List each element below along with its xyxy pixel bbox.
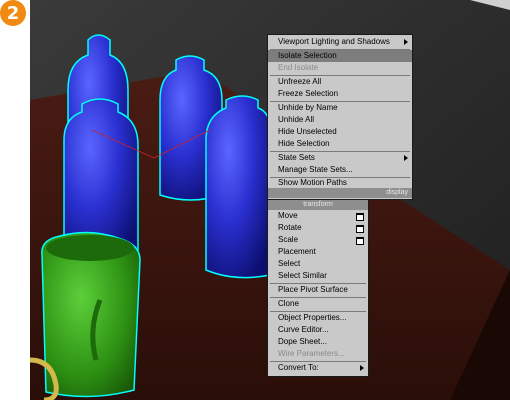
submenu-arrow-icon xyxy=(404,155,408,161)
quad-menu-transform: transform Move Rotate Scale Placement Se… xyxy=(267,199,369,377)
menu-item-place-pivot-surface[interactable]: Place Pivot Surface xyxy=(268,284,368,296)
menu-item-label: Freeze Selection xyxy=(278,89,339,98)
menu-item-object-properties[interactable]: Object Properties... xyxy=(268,312,368,324)
menu-item-label: Placement xyxy=(278,247,316,256)
menu-item-label: End Isolate xyxy=(278,63,319,72)
menu-item-label: Show Motion Paths xyxy=(278,178,347,187)
menu-item-label: Curve Editor... xyxy=(278,325,329,334)
submenu-arrow-icon xyxy=(360,365,364,371)
quad-menu-display: Viewport Lighting and Shadows Isolate Se… xyxy=(267,34,413,200)
menu-item-label: Convert To: xyxy=(278,363,319,372)
section-label-transform: transform xyxy=(268,200,368,210)
menu-item-label: Viewport Lighting and Shadows xyxy=(278,37,390,46)
step-number-badge: 2 xyxy=(0,0,26,26)
menu-item-label: Hide Selection xyxy=(278,139,330,148)
menu-item-label: State Sets xyxy=(278,153,315,162)
menu-item-label: Hide Unselected xyxy=(278,127,337,136)
menu-item-clone[interactable]: Clone xyxy=(268,298,368,310)
menu-item-select[interactable]: Select xyxy=(268,258,368,270)
bottle-right xyxy=(205,95,271,279)
menu-item-label: Select xyxy=(278,259,301,268)
options-box-icon[interactable] xyxy=(356,237,364,245)
green-mug xyxy=(41,231,141,398)
submenu-arrow-icon xyxy=(404,39,408,45)
menu-item-end-isolate: End Isolate xyxy=(268,62,412,74)
menu-item-label: Select Similar xyxy=(278,271,327,280)
menu-item-label: Rotate xyxy=(278,223,302,232)
section-label-display: display xyxy=(268,188,412,198)
menu-item-freeze-selection[interactable]: Freeze Selection xyxy=(268,88,412,100)
menu-item-convert-to[interactable]: Convert To: xyxy=(268,362,368,374)
menu-item-select-similar[interactable]: Select Similar xyxy=(268,270,368,282)
menu-item-state-sets[interactable]: State Sets xyxy=(268,152,412,164)
menu-item-hide-unselected[interactable]: Hide Unselected xyxy=(268,126,412,138)
menu-item-placement[interactable]: Placement xyxy=(268,246,368,258)
menu-item-label: Wire Parameters... xyxy=(278,349,345,358)
menu-item-viewport-lighting[interactable]: Viewport Lighting and Shadows xyxy=(268,36,412,48)
menu-item-label: Unhide by Name xyxy=(278,103,338,112)
menu-item-label: Place Pivot Surface xyxy=(278,285,348,294)
menu-item-wire-parameters: Wire Parameters... xyxy=(268,348,368,360)
menu-item-label: Object Properties... xyxy=(278,313,347,322)
menu-item-unhide-all[interactable]: Unhide All xyxy=(268,114,412,126)
menu-item-label: Clone xyxy=(278,299,299,308)
menu-item-dope-sheet[interactable]: Dope Sheet... xyxy=(268,336,368,348)
menu-item-label: Isolate Selection xyxy=(278,51,337,60)
menu-item-move[interactable]: Move xyxy=(268,210,368,222)
menu-item-label: Dope Sheet... xyxy=(278,337,327,346)
menu-item-unhide-by-name[interactable]: Unhide by Name xyxy=(268,102,412,114)
menu-item-label: Unfreeze All xyxy=(278,77,322,86)
options-box-icon[interactable] xyxy=(356,213,364,221)
menu-item-label: Manage State Sets... xyxy=(278,165,353,174)
menu-item-label: Move xyxy=(278,211,298,220)
menu-item-scale[interactable]: Scale xyxy=(268,234,368,246)
menu-item-isolate-selection[interactable]: Isolate Selection xyxy=(268,50,412,62)
menu-item-manage-state-sets[interactable]: Manage State Sets... xyxy=(268,164,412,176)
menu-item-hide-selection[interactable]: Hide Selection xyxy=(268,138,412,150)
menu-item-curve-editor[interactable]: Curve Editor... xyxy=(268,324,368,336)
menu-item-label: Scale xyxy=(278,235,299,244)
menu-item-unfreeze-all[interactable]: Unfreeze All xyxy=(268,76,412,88)
menu-item-label: Unhide All xyxy=(278,115,315,124)
options-box-icon[interactable] xyxy=(356,225,364,233)
menu-item-rotate[interactable]: Rotate xyxy=(268,222,368,234)
